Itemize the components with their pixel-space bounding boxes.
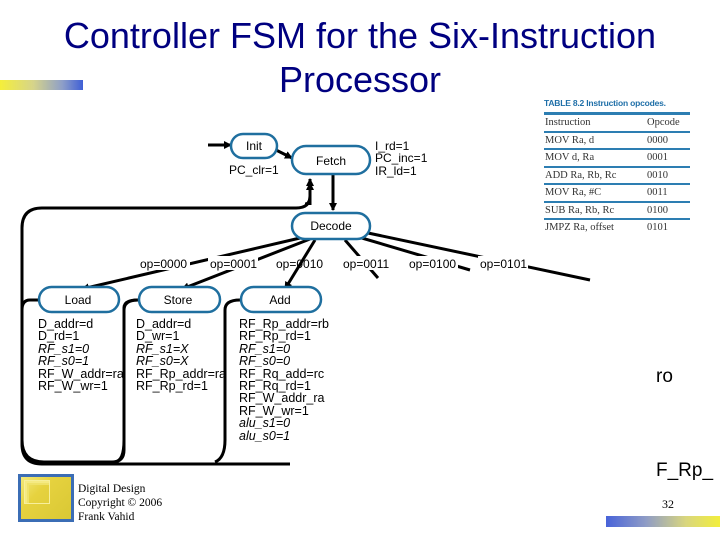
state-load: Load <box>37 285 121 314</box>
footer-line-author: Frank Vahid <box>78 511 135 523</box>
add-action: alu_s1=0 <box>239 416 291 431</box>
load-action: RF_W_wr=1 <box>38 379 108 394</box>
state-decode-label: Decode <box>310 219 352 233</box>
add-action: RF_s0=0 <box>239 354 291 369</box>
state-fetch: Fetch <box>290 144 372 176</box>
transition-op0101: op=0101 <box>480 257 527 271</box>
add-action: RF_Rp_rd=1 <box>239 329 311 344</box>
state-store-label: Store <box>164 293 193 307</box>
state-load-label: Load <box>65 293 92 307</box>
store-action: RF_s0=X <box>136 354 189 369</box>
load-action: RF_s0=1 <box>38 354 90 369</box>
state-add: Add <box>239 285 323 314</box>
edge-init-to-fetch <box>275 148 293 160</box>
store-actions: D_addr=d D_wr=1 RF_s1=X RF_s0=X RF_Rp_ad… <box>136 318 226 394</box>
state-add-label: Add <box>269 293 290 307</box>
transition-op0100: op=0100 <box>409 257 456 271</box>
state-decode: Decode <box>290 211 372 241</box>
footer-accent-bar <box>606 516 720 527</box>
page-number: 32 <box>662 497 674 511</box>
edge-decode-to-load <box>81 236 301 292</box>
store-action: D_wr=1 <box>136 329 180 344</box>
clipped-text-fragment-ro: ro <box>656 366 673 387</box>
load-action: D_rd=1 <box>38 329 80 344</box>
add-action: RF_W_addr_ra <box>239 391 325 406</box>
fetch-action-2: IR_ld=1 <box>375 164 417 178</box>
transition-op0011: op=0011 <box>343 257 389 271</box>
footer-line-title: Digital Design <box>78 483 146 495</box>
add-action: alu_s0=1 <box>239 428 291 443</box>
fetch-action-1: PC_inc=1 <box>375 151 428 165</box>
transition-op0010: op=0010 <box>276 257 323 271</box>
state-init: Init <box>229 132 279 160</box>
footer-copyright: Digital Design Copyright © 2006 Frank Va… <box>78 482 162 524</box>
transition-op0000: op=0000 <box>140 257 187 271</box>
state-init-label: Init <box>246 139 263 153</box>
load-actions: D_addr=d D_rd=1 RF_s1=0 RF_s0=1 RF_W_add… <box>38 318 124 394</box>
store-action: RF_Rp_rd=1 <box>136 379 208 394</box>
fsm-diagram: Init Fetch Decode Load Store Add PC_clr=… <box>20 132 591 466</box>
clipped-text-fragment-frp: F_Rp_ <box>656 460 714 481</box>
state-fetch-label: Fetch <box>316 154 346 168</box>
add-actions: RF_Rp_addr=rb RF_Rp_rd=1 RF_s1=0 RF_s0=0… <box>239 318 329 443</box>
state-store: Store <box>137 285 222 314</box>
transition-op0001: op=0001 <box>210 257 257 271</box>
footer-line-copyright: Copyright © 2006 <box>78 497 163 509</box>
init-action-pc-clr: PC_clr=1 <box>229 163 279 177</box>
footer-logo <box>18 474 74 522</box>
